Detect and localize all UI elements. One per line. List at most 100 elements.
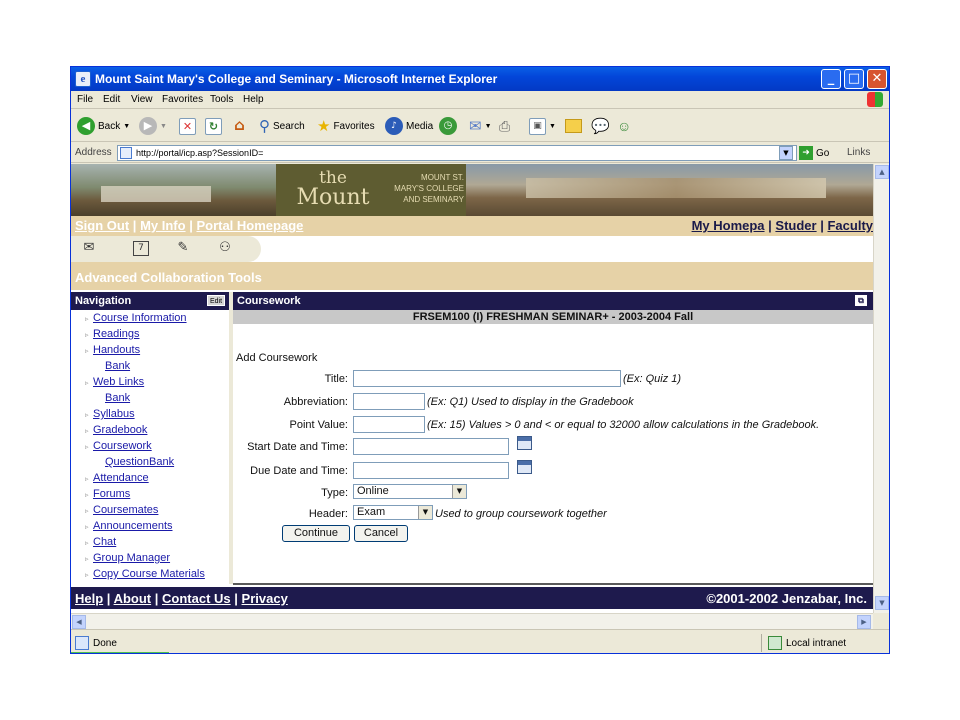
nav-item-label: Announcements <box>93 520 173 532</box>
home-button[interactable]: ⌂ <box>231 116 248 136</box>
nav-item[interactable]: ▹ Readings <box>85 328 139 340</box>
menu-edit[interactable]: Edit <box>103 94 120 105</box>
folder-button[interactable] <box>565 116 582 136</box>
search-button[interactable]: ⚲ Search <box>259 116 305 136</box>
forward-button[interactable]: ▶ ▼ <box>139 116 167 136</box>
campus-photo-right <box>466 164 873 216</box>
nav-item-label: Coursework <box>93 440 152 452</box>
menu-tools[interactable]: Tools <box>210 94 233 105</box>
cancel-button[interactable]: Cancel <box>354 525 408 542</box>
address-dropdown-icon[interactable]: ▼ <box>779 146 793 160</box>
due-date-input[interactable] <box>353 462 509 479</box>
nav-item[interactable]: ▹ Attendance <box>85 472 149 484</box>
address-input[interactable]: http://portal/icp.asp?SessionID= <box>117 145 797 161</box>
my-info-link[interactable]: My Info <box>140 218 186 233</box>
nav-item-label: Coursemates <box>93 504 159 516</box>
title-bar[interactable]: e Mount Saint Mary's College and Seminar… <box>71 67 889 91</box>
sign-out-link[interactable]: Sign Out <box>75 218 129 233</box>
nav-item[interactable]: ▹ Syllabus <box>85 408 135 420</box>
messenger-button[interactable]: ☺ <box>617 116 631 136</box>
discuss-button[interactable]: 💬 <box>591 116 610 136</box>
window-title: Mount Saint Mary's College and Seminary … <box>95 72 498 86</box>
nav-edit-button[interactable]: Edit <box>207 295 225 306</box>
portal-homepage-link[interactable]: Portal Homepage <box>196 218 303 233</box>
header-select[interactable]: Exam ▼ <box>353 505 433 520</box>
popout-icon[interactable]: ⧉ <box>855 295 867 306</box>
content-divider <box>233 583 873 585</box>
menu-file[interactable]: File <box>77 94 93 105</box>
privacy-link[interactable]: Privacy <box>242 591 288 606</box>
start-date-input[interactable] <box>353 438 509 455</box>
scroll-left-icon[interactable]: ◀ <box>72 615 86 629</box>
menu-view[interactable]: View <box>131 94 153 105</box>
menu-help[interactable]: Help <box>243 94 264 105</box>
title-input[interactable] <box>353 370 621 387</box>
nav-item[interactable]: ▹ Handouts <box>85 344 140 356</box>
media-label: Media <box>406 120 434 132</box>
close-button[interactable]: ✕ <box>867 69 887 89</box>
nav-item[interactable]: ▹ Gradebook <box>85 424 147 436</box>
nav-item-label: Handouts <box>93 344 141 356</box>
nav-item[interactable]: QuestionBank <box>105 456 174 468</box>
contact-link[interactable]: Contact Us <box>162 591 231 606</box>
nav-item[interactable]: ▹ Coursework <box>85 440 152 452</box>
continue-button[interactable]: Continue <box>282 525 350 542</box>
my-homepage-link[interactable]: My Homepa <box>692 218 765 233</box>
status-left: Done <box>75 636 117 650</box>
type-select[interactable]: Online ▼ <box>353 484 467 499</box>
scroll-up-icon[interactable]: ▲ <box>875 165 889 179</box>
nav-item[interactable]: ▹ Group Manager <box>85 552 170 564</box>
students-link[interactable]: Studer <box>775 218 816 233</box>
help-link[interactable]: Help <box>75 591 103 606</box>
due-calendar-icon[interactable] <box>517 460 532 474</box>
go-button[interactable]: ➜ Go <box>799 145 829 161</box>
nav-item[interactable]: ▹ Announcements <box>85 520 173 532</box>
calendar-icon[interactable]: 7 <box>133 241 149 256</box>
mount-logo[interactable]: the Mount MOUNT ST. MARY'S COLLEGE AND S… <box>276 164 466 216</box>
scroll-down-icon[interactable]: ▼ <box>875 596 889 610</box>
nav-item[interactable]: ▹ Web Links <box>85 376 144 388</box>
maximize-button[interactable]: □ <box>844 69 864 89</box>
logo-sub-line-3: AND SEMINARY <box>403 195 464 204</box>
edit-page-button[interactable]: ▣ ▼ <box>529 116 556 136</box>
pen-icon[interactable]: ✎ <box>175 241 191 256</box>
faculty-link[interactable]: Faculty <box>827 218 873 233</box>
ie-window: e Mount Saint Mary's College and Seminar… <box>70 66 890 654</box>
favorites-button[interactable]: ★ Favorites <box>317 116 375 136</box>
refresh-button[interactable]: ↻ <box>205 116 222 136</box>
start-date-label: Start Date and Time: <box>247 441 348 453</box>
minimize-button[interactable]: _ <box>821 69 841 89</box>
point-value-input[interactable] <box>353 416 425 433</box>
nav-item[interactable]: ▹ Coursemates <box>85 504 158 516</box>
about-link[interactable]: About <box>114 591 152 606</box>
horizontal-scrollbar[interactable]: ◀ ▶ <box>71 613 873 629</box>
group-icon[interactable]: ⚇ <box>217 241 233 256</box>
stop-button[interactable]: ✕ <box>179 116 196 136</box>
nav-item[interactable]: ▹ Forums <box>85 488 130 500</box>
nav-item[interactable]: ▹ Chat <box>85 536 116 548</box>
nav-item[interactable]: Bank <box>105 360 130 372</box>
coursework-header: Coursework ⧉ <box>233 292 873 310</box>
links-button[interactable]: Links <box>847 147 870 158</box>
menu-favorites[interactable]: Favorites <box>162 94 203 105</box>
logo-sub-line-1: MOUNT ST. <box>421 173 464 182</box>
back-button[interactable]: ◀ Back ▼ <box>77 116 130 136</box>
start-calendar-icon[interactable] <box>517 436 532 450</box>
history-button[interactable]: ◷ <box>439 116 457 136</box>
mail-button[interactable]: ✉ ▼ <box>469 116 492 136</box>
abbreviation-input[interactable] <box>353 393 425 410</box>
mail-dropdown-icon: ▼ <box>484 122 492 130</box>
coursework-title: Coursework <box>237 295 301 307</box>
print-button[interactable]: ⎙ <box>499 116 510 136</box>
home-icon: ⌂ <box>234 115 245 134</box>
header-label: Header: <box>308 508 348 520</box>
scroll-right-icon[interactable]: ▶ <box>857 615 871 629</box>
nav-item[interactable]: Bank <box>105 392 130 404</box>
mail-icon[interactable]: ✉ <box>81 241 97 256</box>
nav-item[interactable]: ▹ Copy Course Materials <box>85 568 205 580</box>
chevron-down-icon: ▼ <box>452 485 466 498</box>
vertical-scrollbar[interactable]: ▲ ▼ <box>873 164 889 613</box>
nav-item[interactable]: ▹ Course Information <box>85 312 187 324</box>
zone-text: Local intranet <box>786 637 847 649</box>
media-button[interactable]: ♪ Media <box>385 116 433 136</box>
